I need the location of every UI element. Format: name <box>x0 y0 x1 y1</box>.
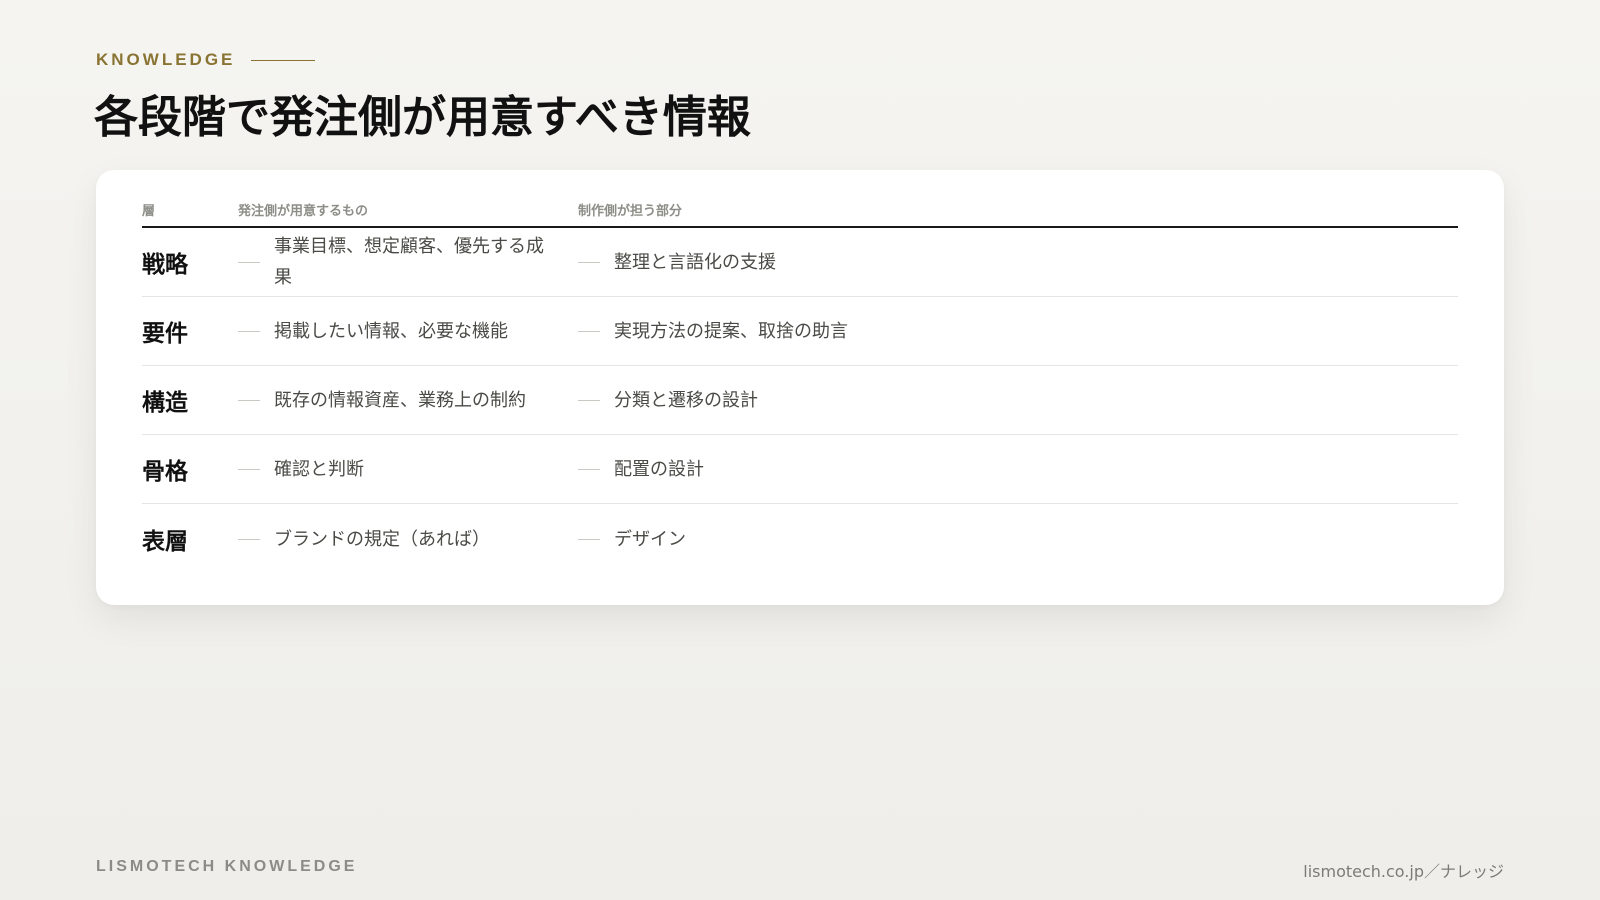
layer-name: 表層 <box>142 529 188 555</box>
eyebrow-label: KNOWLEDGE <box>96 50 236 69</box>
eyebrow: KNOWLEDGE <box>96 50 316 70</box>
table-row-structure: 構造 既存の情報資産、業務上の制約 分類と遷移の設計 <box>142 366 1458 435</box>
footer-link[interactable]: lismotech.co.jp／ナレッジ <box>1303 858 1504 882</box>
table-row-skeleton: 骨格 確認と判断 配置の設計 <box>142 435 1458 504</box>
page-title: 各段階で発注側が用意すべき情報 <box>94 92 751 143</box>
client-cell: 確認と判断 <box>238 454 578 485</box>
client-text: 確認と判断 <box>274 458 364 480</box>
dash-icon <box>238 399 260 401</box>
vendor-text: 実現方法の提案、取捨の助言 <box>614 320 848 342</box>
vendor-cell: 分類と遷移の設計 <box>578 385 1458 416</box>
dash-icon <box>578 330 600 332</box>
table-row-surface: 表層 ブランドの規定（あれば） デザイン <box>142 504 1458 574</box>
client-cell: ブランドの規定（あれば） <box>238 524 578 555</box>
info-table-card: 層 発注側が用意するもの 制作側が担う部分 戦略 事業目標、想定顧客、優先する成… <box>96 170 1504 605</box>
dash-icon <box>238 330 260 332</box>
client-text: 事業目標、想定顧客、優先する成果 <box>274 236 544 288</box>
header-layer: 層 <box>142 203 156 219</box>
table-row-requirements: 要件 掲載したい情報、必要な機能 実現方法の提案、取捨の助言 <box>142 297 1458 366</box>
header-vendor: 制作側が担う部分 <box>578 203 683 219</box>
layer-name: 戦略 <box>142 252 188 278</box>
eyebrow-divider <box>251 59 316 61</box>
client-text: ブランドの規定（あれば） <box>274 528 490 550</box>
vendor-text: デザイン <box>614 528 686 550</box>
dash-icon <box>578 261 600 263</box>
vendor-cell: 実現方法の提案、取捨の助言 <box>578 316 1458 347</box>
dash-icon <box>578 468 600 470</box>
client-cell: 既存の情報資産、業務上の制約 <box>238 385 578 416</box>
dash-icon <box>238 261 260 263</box>
dash-icon <box>578 399 600 401</box>
layer-name: 要件 <box>142 321 188 347</box>
vendor-cell: デザイン <box>578 524 1458 555</box>
table-header: 層 発注側が用意するもの 制作側が担う部分 <box>142 192 1458 228</box>
client-cell: 掲載したい情報、必要な機能 <box>238 316 578 347</box>
footer-brand: LISMOTECH KNOWLEDGE <box>96 858 358 875</box>
layer-name: 骨格 <box>142 459 188 485</box>
client-text: 既存の情報資産、業務上の制約 <box>274 389 526 411</box>
vendor-text: 配置の設計 <box>614 458 704 480</box>
vendor-cell: 整理と言語化の支援 <box>578 247 1458 278</box>
vendor-text: 整理と言語化の支援 <box>614 251 776 273</box>
dash-icon <box>578 538 600 540</box>
table-row-strategy: 戦略 事業目標、想定顧客、優先する成果 整理と言語化の支援 <box>142 228 1458 297</box>
dash-icon <box>238 468 260 470</box>
client-cell: 事業目標、想定顧客、優先する成果 <box>238 231 578 293</box>
vendor-text: 分類と遷移の設計 <box>614 389 758 411</box>
client-text: 掲載したい情報、必要な機能 <box>274 320 508 342</box>
header-client: 発注側が用意するもの <box>238 203 369 219</box>
vendor-cell: 配置の設計 <box>578 454 1458 485</box>
dash-icon <box>238 538 260 540</box>
layer-name: 構造 <box>142 390 188 416</box>
